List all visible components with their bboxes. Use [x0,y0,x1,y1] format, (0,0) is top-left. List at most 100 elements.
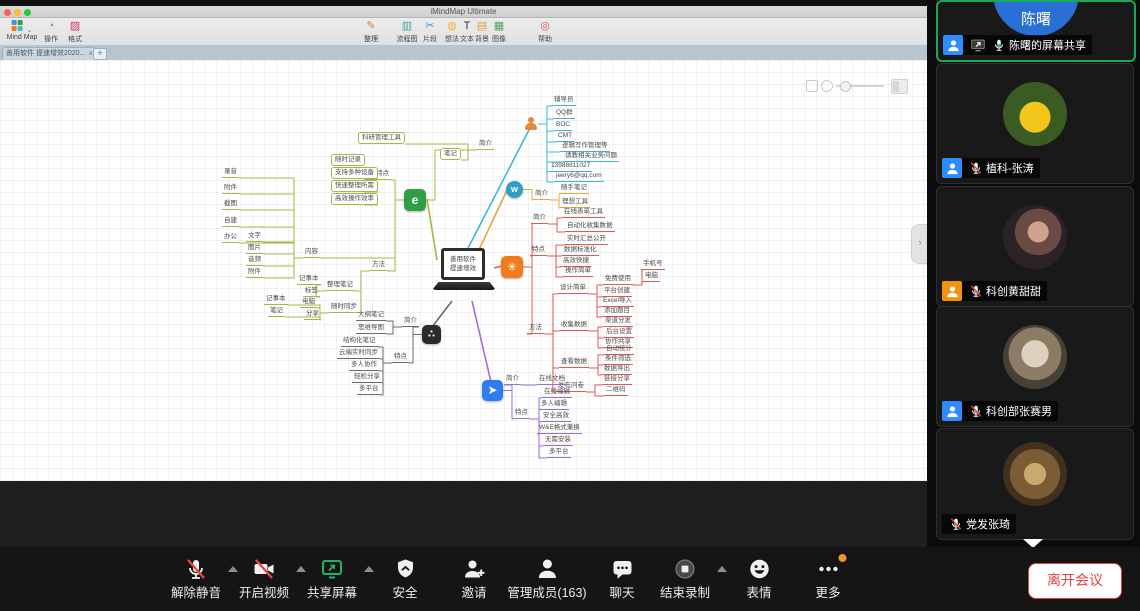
mindmap-node[interactable]: 标签 [303,287,320,297]
mindmap-node[interactable]: 在线编辑 [542,388,572,398]
mindmap-node[interactable]: 多人协作 [349,361,379,371]
snippet-toolbar-button[interactable]: ✂片段 [423,20,437,44]
mindmap-node[interactable]: 随手笔记 [559,184,589,194]
mindmap-node[interactable]: QQ群 [554,109,575,119]
caret-up-icon[interactable] [296,566,306,572]
mindmap-node[interactable]: 简介 [504,375,521,385]
mindmap-node[interactable]: 渠道分发 [603,317,633,327]
mindmap-node[interactable]: 附件 [222,184,239,194]
tidy-toolbar-button[interactable]: ✎整理 [364,20,378,44]
mindmap-node[interactable]: W&E格式兼换 [537,424,582,434]
mindmap-node[interactable]: 查看数据 [559,358,589,368]
caret-up-icon[interactable] [717,566,727,572]
mindmap-node[interactable]: 办公 [222,233,239,243]
operate-menu-button[interactable]: ◔ 操作 [44,20,58,44]
mindmap-node[interactable]: 理想工具 [560,198,590,208]
mindmap-node[interactable]: 笔记 [268,307,285,317]
members-button[interactable]: 管理成员(163) [507,556,586,602]
mindmap-node[interactable]: 条件筛选 [603,355,633,365]
evernote-app-icon[interactable]: e [404,189,426,211]
new-tab-button[interactable]: + [93,48,107,60]
mindmap-node[interactable]: 整理笔记 [325,281,355,291]
mindmap-node[interactable]: 附件 [246,268,263,278]
help-toolbar-button[interactable]: ◎帮助 [538,20,552,44]
mindmap-node[interactable]: 无需安装 [543,436,573,446]
mindmap-node[interactable]: 链接分享 [602,375,632,385]
mindmap-node[interactable]: BOC [554,121,572,131]
mindmap-node[interactable]: 电脑 [300,298,317,308]
mindmap-node[interactable]: 笔记 [440,148,461,160]
wiznote-app-icon[interactable]: w [506,181,523,198]
person-icon[interactable] [524,117,538,131]
mindmap-node[interactable]: 自动化收集数据 [565,222,615,232]
format-menu-button[interactable]: ▨ 格式 [68,20,82,44]
mindmap-node[interactable]: 请教相关业务问题 [563,152,619,162]
mindmap-node[interactable]: 数据导出 [602,365,632,375]
mindmap-node[interactable]: 手机号 [641,260,665,270]
mindmap-node[interactable]: 大纲笔记 [356,311,386,321]
mindmap-node[interactable]: CMT [556,132,574,142]
zoom-slider-knob[interactable] [840,81,851,92]
mindmap-node[interactable]: 特点 [513,409,530,419]
participant-tile[interactable]: 科创部张赛男 [936,306,1134,427]
mindmap-node[interactable]: 多平台 [547,448,571,458]
mindmap-node[interactable]: 自动统计 [604,345,634,355]
mindmap-node[interactable]: 轻松分享 [352,373,382,383]
mindmap-node[interactable]: 云端实时同步 [337,349,380,359]
mindmap-node[interactable]: 方法 [370,261,387,271]
background-toolbar-button[interactable]: ▤背景 [475,20,489,44]
shield-button[interactable]: 安全 [392,556,417,602]
participant-tile[interactable]: 植科-张涛 [936,63,1134,184]
mindmap-node[interactable]: 方法 [527,324,544,334]
text-toolbar-button[interactable]: T文本 [460,20,474,44]
document-tab[interactable]: 善用软件 提速增效2020... × [2,47,96,61]
mindmap-node[interactable]: 添加题目 [602,307,632,317]
mindmap-node[interactable]: 内容 [303,248,320,258]
mindmap-node[interactable]: 多平台 [357,385,381,395]
mindmap-node[interactable]: Excel导入 [601,297,634,307]
more-button[interactable]: 更多 [815,556,840,602]
mindmap-node[interactable]: 随时记录 [331,154,365,166]
invite-button[interactable]: 邀请 [461,556,486,602]
mindmap-node[interactable]: 操作简单 [563,267,593,277]
mindmap-node[interactable]: 快速整理所需 [331,180,378,192]
mic-muted-button[interactable]: 解除静音 [171,556,221,602]
mindmap-node[interactable]: 多人编辑 [539,400,569,410]
mindmap-node[interactable]: 支持多种设备 [331,167,378,179]
mindmap-node[interactable]: 设计简单 [558,284,588,294]
share-screen-button[interactable]: 共享屏幕 [307,556,357,602]
mindmap-node[interactable]: 收集数据 [559,321,589,331]
mindmap-node[interactable]: 简介 [477,140,494,150]
caret-up-icon[interactable] [228,566,238,572]
mindmap-node[interactable]: 特点 [530,246,547,256]
participant-tile[interactable]: 科创黄甜甜 [936,186,1134,307]
mindmap-node[interactable]: 思维导图 [356,324,386,334]
collapse-panel-tab[interactable]: › [911,224,928,264]
participant-tile[interactable]: 党发张琦 [936,428,1134,540]
mindmap-node[interactable]: 音频 [246,256,263,266]
screen-share-view[interactable]: iMindMap Ultimate ⌄ Mind Map ◔ 操作 ▨ 格式✎整… [0,0,927,547]
mindmap-node[interactable]: 录音 [222,168,239,178]
mindmap-node[interactable]: 13988811027 [549,162,592,172]
leave-meeting-button[interactable]: 离开会议 [1028,563,1122,599]
docs-app-icon[interactable]: ➤ [482,380,503,401]
mindmap-node[interactable]: 科研管理工具 [358,132,405,144]
mindmap-node[interactable]: 简介 [531,214,548,224]
focus-icon[interactable] [821,80,833,92]
mindmap-node[interactable]: 在线文档 [537,375,567,385]
outline-app-icon[interactable]: ∴ [422,325,441,344]
mindmap-node[interactable]: 图片 [246,244,263,254]
mindmap-node[interactable]: 结构化笔记 [341,337,378,347]
mindmap-node[interactable]: 安全高效 [541,412,571,422]
mindmap-node[interactable]: 在线表单工具 [562,208,605,218]
snapshot-icon[interactable] [806,80,818,92]
emoji-button[interactable]: 表情 [746,556,771,602]
mindmap-node[interactable]: 随时同步 [329,303,359,313]
record-stop-button[interactable]: 结束录制 [660,556,710,602]
mindmap-node[interactable]: 数据标准化 [562,246,599,256]
mindmap-node[interactable]: 实时汇总公开 [565,235,608,245]
mindmap-node[interactable]: 后台设置 [604,328,634,338]
participant-tile[interactable]: 陈曙陈曙的屏幕共享 [936,0,1136,62]
mindmap-node[interactable]: 辅导员 [552,96,576,106]
mindmap-node[interactable]: 简介 [533,190,550,200]
